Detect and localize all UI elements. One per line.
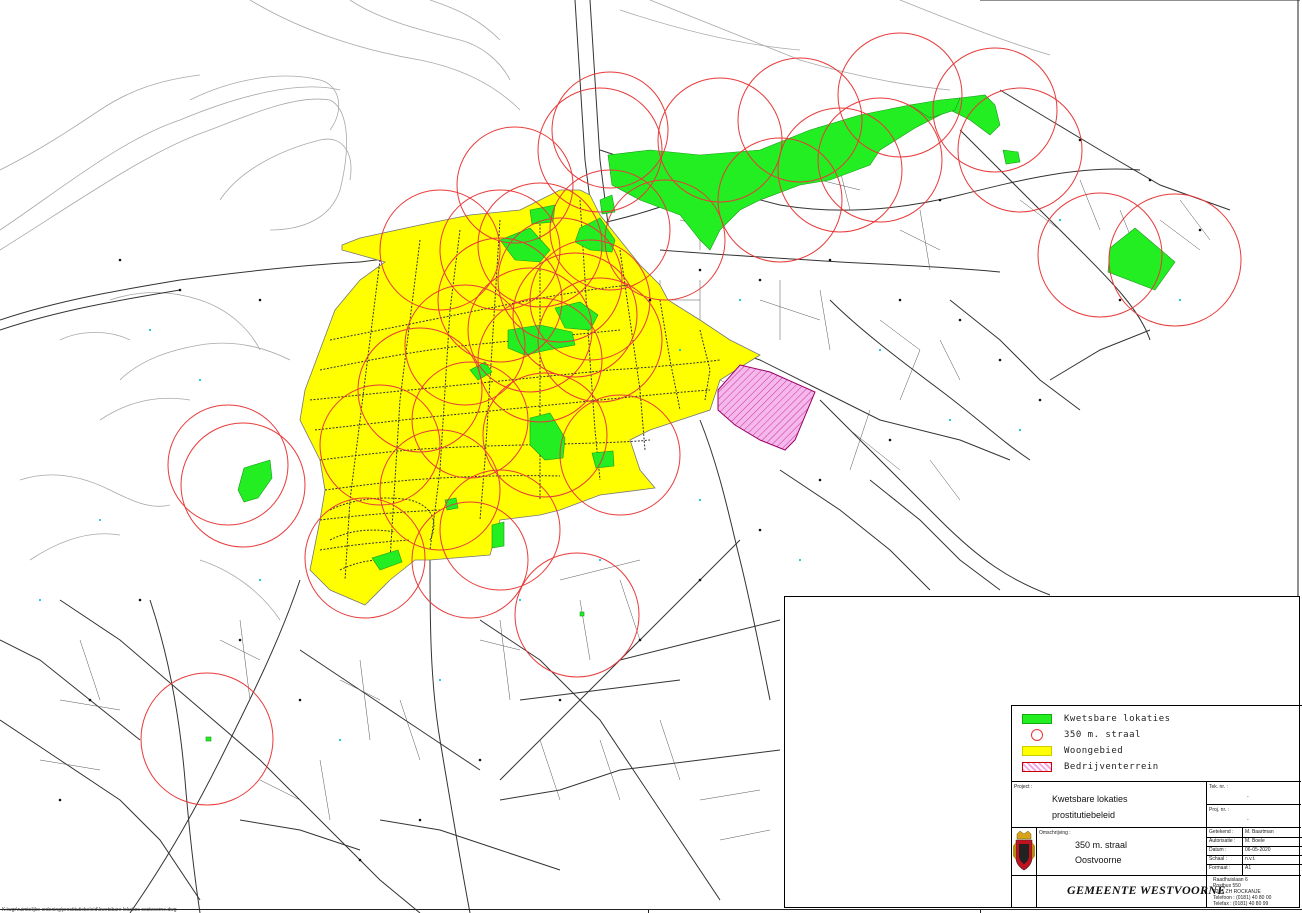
title-block: Kwetsbare lokaties 350 m. straal Woongeb…	[784, 596, 1302, 908]
legend-label: Kwetsbare lokaties	[1064, 714, 1171, 724]
project-title-line2: prostitutiebeleid	[1052, 810, 1116, 820]
westvoorne-coat-of-arms-icon	[1013, 830, 1035, 871]
legend-item-woongebied: Woongebied	[1022, 744, 1123, 758]
autorisatie-label: Autorisatie :	[1209, 838, 1236, 844]
legend-item-bedrijventerrein: Bedrijventerrein	[1022, 760, 1159, 774]
tek-nr-value: -	[1247, 794, 1249, 800]
logo-lower-cell	[1011, 875, 1036, 908]
formaat-label: Formaat :	[1209, 865, 1231, 871]
legend-item-straal: 350 m. straal	[1022, 728, 1141, 742]
address-line: Telefax : (0181) 40 80 99	[1213, 901, 1269, 907]
omschrijving-line1: 350 m. straal	[1075, 840, 1128, 850]
legend-label: 350 m. straal	[1064, 730, 1141, 740]
meta-cell: Getekend : M. Baartman Autorisatie : M. …	[1206, 827, 1302, 876]
address-cell: Raadhuislaan 6 Postbus 550 3235 ZH ROCKA…	[1206, 875, 1301, 908]
legend-item-kwetsbare: Kwetsbare lokaties	[1022, 712, 1171, 726]
footer-border	[0, 909, 1302, 910]
project-label: Project :	[1014, 784, 1033, 790]
bedrijventerrein-area	[717, 364, 816, 451]
omschrijving-line2: Oostvoorne	[1075, 855, 1122, 865]
getekend-label: Getekend :	[1209, 829, 1234, 835]
autorisatie-value: M. Boele	[1245, 838, 1265, 844]
proj-nr-label: Proj. nr. :	[1209, 807, 1230, 813]
omschrijving-cell: Omschrijving : 350 m. straal Oostvoorne	[1036, 827, 1206, 875]
footer-tick	[980, 909, 981, 913]
project-cell: Project : Kwetsbare lokaties prostitutie…	[1011, 781, 1206, 827]
tek-nr-cell: Tek. nr. : -	[1206, 781, 1301, 804]
datum-label: Datum :	[1209, 847, 1227, 853]
file-path-text: K:\wgr\ruimtelijke ordening\prostitutieb…	[2, 907, 177, 913]
logo-cell	[1011, 827, 1036, 875]
red-circle-swatch	[1031, 729, 1043, 741]
legend: Kwetsbare lokaties 350 m. straal Woongeb…	[1011, 705, 1302, 781]
getekend-value: M. Baartman	[1245, 829, 1274, 835]
pink-hatch-swatch	[1022, 762, 1052, 772]
project-title-line1: Kwetsbare lokaties	[1052, 794, 1128, 804]
schaal-label: Schaal :	[1209, 856, 1228, 862]
org-cell: GEMEENTE WESTVOORNE	[1036, 875, 1225, 908]
proj-nr-value: -	[1247, 817, 1249, 823]
legend-label: Bedrijventerrein	[1064, 762, 1159, 772]
tek-nr-label: Tek. nr. :	[1209, 784, 1228, 790]
proj-nr-cell: Proj. nr. : -	[1206, 804, 1301, 827]
legend-label: Woongebied	[1064, 746, 1124, 756]
schaal-value: n.v.t.	[1245, 856, 1256, 862]
org-name: GEMEENTE WESTVOORNE	[1067, 883, 1226, 897]
omschrijving-label: Omschrijving :	[1039, 830, 1071, 836]
footer-tick	[648, 909, 649, 913]
green-fill-swatch	[1022, 714, 1052, 724]
yellow-fill-swatch	[1022, 746, 1052, 756]
datum-value: 06-05-2020	[1245, 847, 1271, 853]
formaat-value: A1	[1245, 865, 1252, 871]
